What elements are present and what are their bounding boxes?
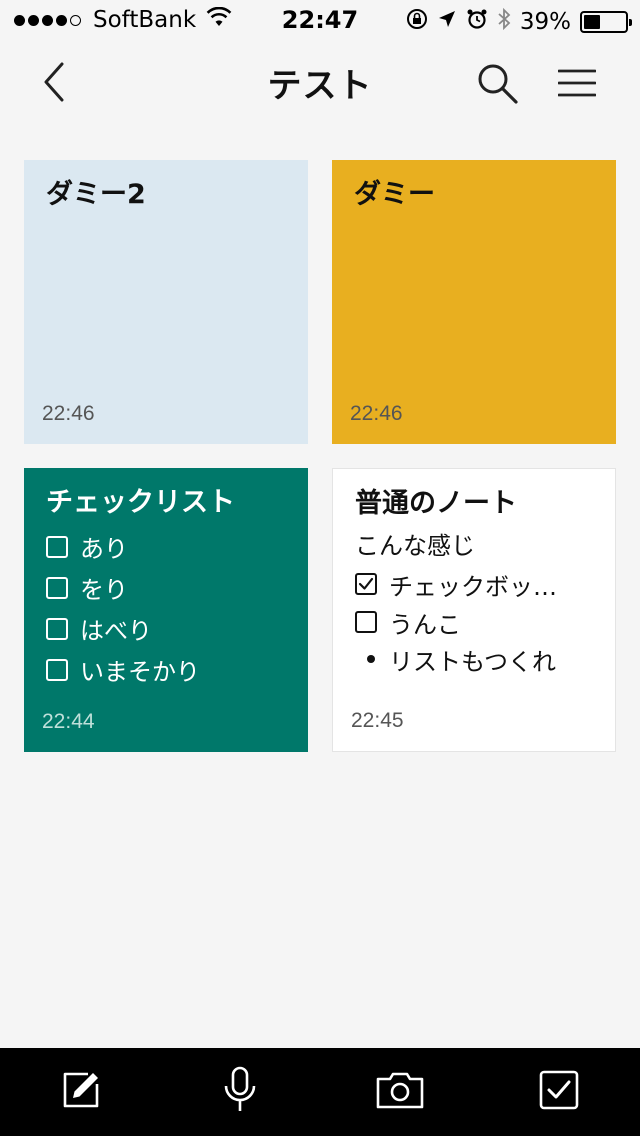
checklist-item-label: チェックボッ… — [389, 572, 557, 601]
bullet-item-label: リストもつくれ — [389, 647, 557, 676]
new-checklist-button[interactable] — [529, 1066, 589, 1118]
checklist-item-label: あり — [80, 535, 128, 563]
checkbox-icon — [46, 658, 68, 681]
bottom-toolbar — [0, 1048, 640, 1136]
photo-note-button[interactable] — [370, 1066, 430, 1118]
page-title: テスト — [267, 66, 373, 106]
note-title: ダミー — [354, 179, 435, 210]
note-title: チェックリスト — [46, 487, 235, 518]
note-timestamp: 22:45 — [351, 709, 404, 732]
menu-icon — [557, 68, 597, 102]
checklist-item: はべり — [46, 608, 286, 649]
note-timestamp: 22:46 — [350, 402, 403, 425]
note-body-text: こんな感じ — [355, 532, 475, 560]
checklist-item: をり — [46, 567, 286, 608]
camera-icon — [375, 1070, 425, 1114]
note-title: 普通のノート — [355, 488, 517, 519]
checklist-item: いまそかり — [46, 649, 286, 690]
menu-button[interactable] — [550, 58, 604, 112]
checked-checkbox-icon — [355, 573, 377, 595]
checklist-item: チェックボッ… — [355, 565, 593, 603]
checklist: あり をり はべり いまそかり — [46, 526, 286, 690]
orientation-lock-icon — [406, 8, 428, 36]
note-timestamp: 22:44 — [42, 710, 95, 733]
bullet-icon — [367, 655, 375, 663]
alarm-icon — [466, 8, 488, 36]
checklist-item: うんこ — [355, 603, 593, 641]
note-timestamp: 22:46 — [42, 402, 95, 425]
checkbox-icon — [46, 576, 68, 599]
checkbox-icon — [46, 617, 68, 640]
battery-percent: 39% — [519, 9, 571, 35]
battery-level — [584, 15, 600, 29]
location-arrow-icon — [437, 9, 457, 35]
new-text-note-button[interactable] — [51, 1066, 111, 1118]
microphone-icon — [222, 1066, 258, 1118]
note-card-dummy2[interactable]: ダミー2 22:46 — [24, 160, 308, 444]
note-card-normal-note[interactable]: 普通のノート こんな感じ チェックボッ… うんこ リストもつくれ 22:45 — [332, 468, 616, 752]
search-icon — [475, 61, 519, 109]
nav-bar: テスト — [0, 40, 640, 128]
battery-icon — [580, 11, 632, 33]
note-card-dummy[interactable]: ダミー 22:46 — [332, 160, 616, 444]
bullet-item: リストもつくれ — [355, 641, 593, 677]
search-button[interactable] — [470, 58, 524, 112]
bluetooth-icon — [497, 7, 511, 37]
checkbox-icon — [538, 1069, 580, 1115]
checklist-item-label: はべり — [80, 617, 152, 645]
checkbox-icon — [355, 611, 377, 633]
voice-note-button[interactable] — [210, 1066, 270, 1118]
status-right: 39% — [406, 7, 632, 37]
checkbox-icon — [46, 535, 68, 558]
checklist-item-label: いまそかり — [80, 658, 200, 686]
checklist-item-label: をり — [80, 576, 128, 604]
status-bar: SoftBank 22:47 39% — [0, 0, 640, 40]
checklist-item-label: うんこ — [389, 610, 461, 639]
checklist-item: あり — [46, 526, 286, 567]
note-title: ダミー2 — [46, 179, 146, 210]
pencil-note-icon — [60, 1069, 102, 1115]
note-card-checklist[interactable]: チェックリスト あり をり はべり いまそかり 22:44 — [24, 468, 308, 752]
